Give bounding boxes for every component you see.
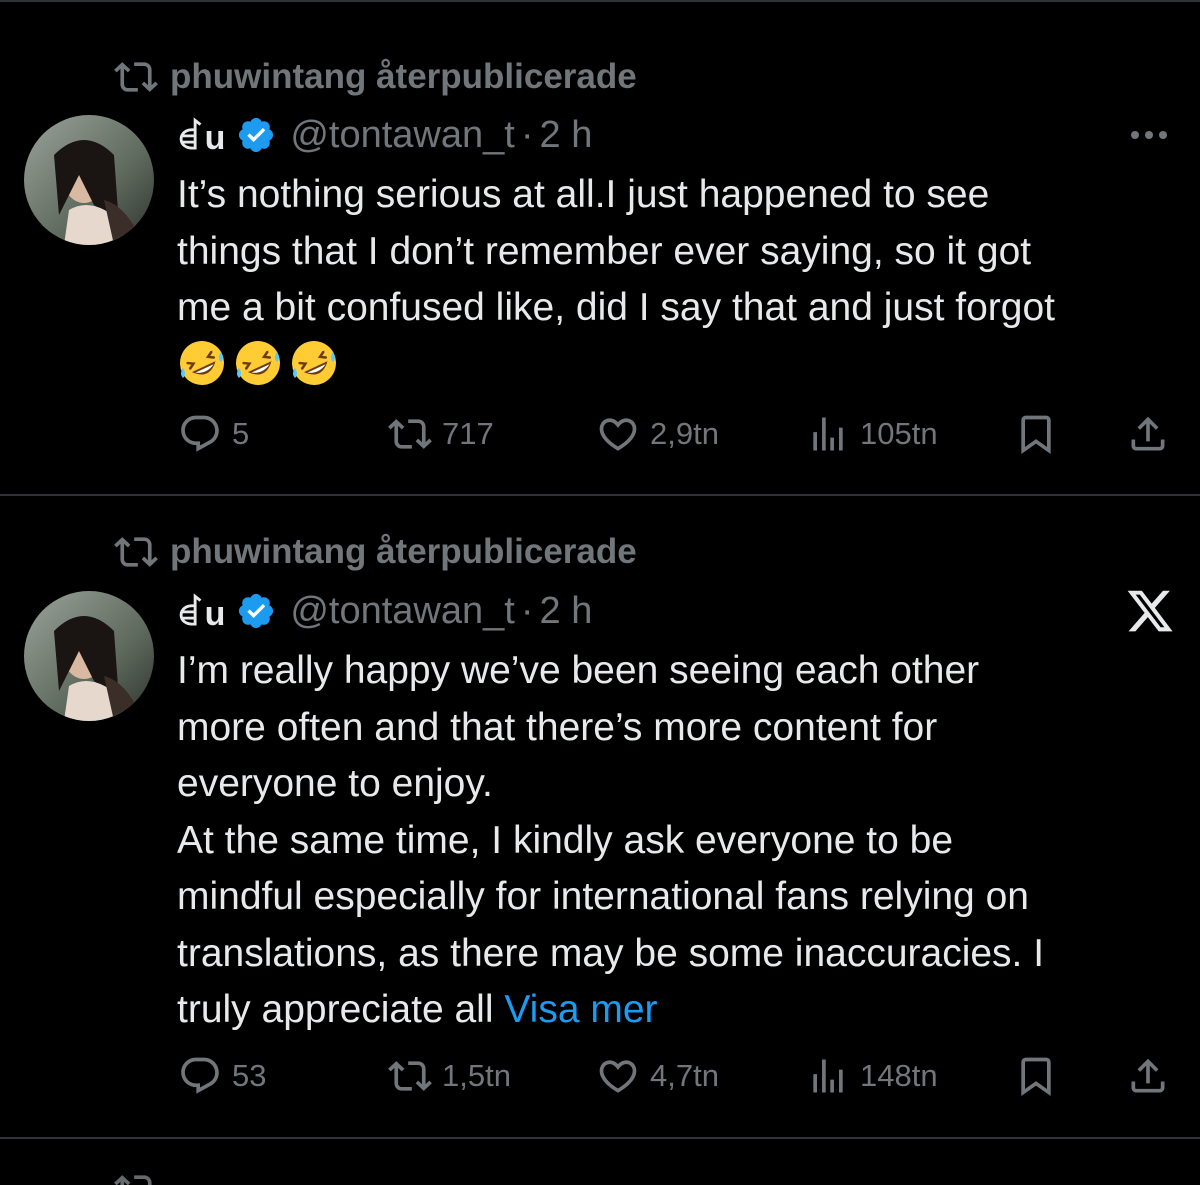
- emoji-row: [177, 338, 339, 388]
- repost-text[interactable]: phuwintang återpublicerade: [170, 57, 637, 97]
- bookmark-button[interactable]: [1014, 1054, 1058, 1098]
- author-name[interactable]: ꀸu: [177, 589, 226, 634]
- repost-icon: [388, 419, 432, 449]
- verified-badge-icon: [239, 117, 274, 153]
- repost-indicator: phuwintang återpublicerade: [114, 530, 637, 574]
- tweet-text-content: I’m really happy we’ve been seeing each …: [177, 649, 1045, 1031]
- tweet-header: ꀸu @tontawan_t · 2 h: [177, 586, 592, 636]
- repost-icon: [114, 62, 158, 92]
- x-logo-icon: [1127, 590, 1173, 632]
- tweet-header: ꀸu @tontawan_t · 2 h: [177, 110, 592, 160]
- tweet-divider: [0, 1137, 1200, 1139]
- rolling-on-floor-laughing-emoji-icon: [292, 341, 336, 385]
- repost-count: 717: [442, 416, 494, 451]
- next-tweet-repost-indicator-partial: [114, 1168, 158, 1185]
- tweet-text: I’m really happy we’ve been seeing each …: [177, 643, 1177, 1039]
- share-button[interactable]: [1126, 412, 1170, 456]
- reply-button[interactable]: 5: [178, 412, 249, 456]
- reply-icon: [181, 415, 219, 452]
- author-handle[interactable]: @tontawan_t: [290, 590, 515, 633]
- share-icon: [1131, 416, 1165, 451]
- repost-count: 1,5tn: [442, 1058, 511, 1093]
- repost-icon: [114, 1175, 152, 1185]
- like-count: 2,9tn: [650, 416, 719, 451]
- rolling-on-floor-laughing-emoji-icon: [236, 341, 280, 385]
- action-bar: 5 717 2,9tn 105tn: [0, 412, 1200, 462]
- tweet-2[interactable]: phuwintang återpublicerade ꀸu @tontawan_…: [0, 496, 1200, 1136]
- like-count: 4,7tn: [650, 1058, 719, 1093]
- avatar[interactable]: [24, 115, 154, 245]
- like-button[interactable]: 4,7tn: [596, 1054, 719, 1098]
- reply-count: 5: [232, 416, 250, 451]
- reply-count: 53: [232, 1058, 267, 1093]
- bookmark-button[interactable]: [1014, 412, 1058, 456]
- repost-button[interactable]: 1,5tn: [388, 1054, 511, 1098]
- author-handle[interactable]: @tontawan_t: [290, 114, 515, 157]
- reply-button[interactable]: 53: [178, 1054, 266, 1098]
- repost-button[interactable]: 717: [388, 412, 494, 456]
- like-button[interactable]: 2,9tn: [596, 412, 719, 456]
- more-options-button[interactable]: [1124, 115, 1174, 155]
- bookmark-icon: [1021, 415, 1051, 455]
- repost-icon: [114, 537, 158, 567]
- repost-text[interactable]: phuwintang återpublicerade: [170, 532, 637, 572]
- more-dot-icon: [1159, 131, 1167, 139]
- verified-badge-icon: [239, 593, 274, 629]
- share-button[interactable]: [1126, 1054, 1170, 1098]
- timestamp[interactable]: 2 h: [540, 114, 593, 157]
- more-dot-icon: [1145, 131, 1153, 139]
- reply-icon: [181, 1057, 219, 1094]
- repost-icon: [388, 1061, 432, 1091]
- show-more-link[interactable]: Visa mer: [504, 988, 657, 1031]
- view-count: 148tn: [860, 1058, 938, 1093]
- tweet-1[interactable]: phuwintang återpublicerade ꀸu @tontawan_…: [0, 0, 1200, 495]
- more-dot-icon: [1131, 131, 1139, 139]
- timestamp[interactable]: 2 h: [540, 590, 593, 633]
- views-button[interactable]: 148tn: [806, 1054, 938, 1098]
- view-count: 105tn: [860, 416, 938, 451]
- rolling-on-floor-laughing-emoji-icon: [180, 341, 224, 385]
- avatar[interactable]: [24, 591, 154, 721]
- views-button[interactable]: 105tn: [806, 412, 938, 456]
- views-bar-chart-icon: [813, 417, 843, 451]
- share-icon: [1131, 1058, 1165, 1093]
- author-name[interactable]: ꀸu: [177, 113, 226, 158]
- heart-icon: [599, 1060, 637, 1093]
- heart-icon: [599, 418, 637, 451]
- bookmark-icon: [1021, 1057, 1051, 1097]
- action-bar: 53 1,5tn 4,7tn 148tn: [0, 1054, 1200, 1104]
- separator-dot: ·: [520, 113, 534, 156]
- tweet-text: It’s nothing serious at all.I just happe…: [177, 173, 1055, 329]
- views-bar-chart-icon: [813, 1059, 843, 1093]
- repost-indicator: phuwintang återpublicerade: [114, 55, 637, 99]
- separator-dot: ·: [520, 589, 534, 632]
